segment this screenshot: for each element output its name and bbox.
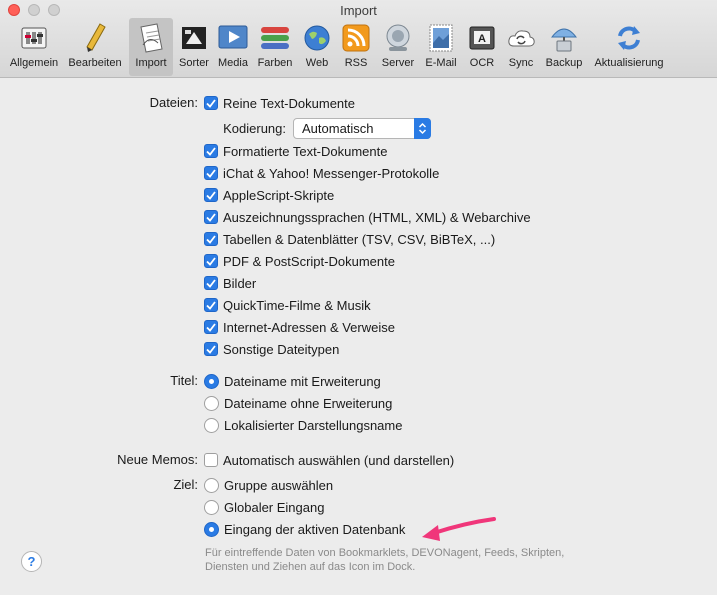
colors-icon	[259, 22, 291, 54]
document-icon	[135, 22, 167, 54]
checkbox-checked-icon[interactable]	[204, 232, 218, 246]
checkbox-checked-icon[interactable]	[204, 144, 218, 158]
switches-icon	[18, 22, 50, 54]
radio-selected-icon[interactable]	[204, 521, 219, 537]
file-type-label: Tabellen & Datenblätter (TSV, CSV, BiBTe…	[223, 231, 496, 247]
target-radio-1[interactable]: Gruppe auswählen	[204, 476, 333, 494]
checkbox-checked-icon[interactable]	[204, 298, 218, 312]
preferences-window: Import Allgemein Bearbeiten Import Sorte…	[0, 0, 717, 595]
title-radio-3[interactable]: Lokalisierter Darstellungsname	[204, 416, 402, 434]
plain-text-label: Reine Text-Dokumente	[223, 95, 355, 111]
file-type-checkbox-row[interactable]: PDF & PostScript-Dokumente	[204, 252, 395, 270]
tab-email[interactable]: E-Mail	[420, 18, 462, 76]
file-type-label: AppleScript-Skripte	[223, 187, 335, 203]
tab-bearbeiten[interactable]: Bearbeiten	[64, 18, 126, 76]
target-hint: Für eintreffende Daten von Bookmarklets,…	[205, 547, 565, 573]
checkbox-checked-icon[interactable]	[204, 342, 218, 356]
toolbar: Allgemein Bearbeiten Import Sorter Media…	[0, 18, 717, 76]
target-label: Ziel:	[173, 477, 198, 492]
title-option-label: Dateiname mit Erweiterung	[224, 373, 381, 389]
play-icon	[217, 22, 249, 54]
svg-text:A: A	[478, 33, 486, 45]
sync-icon	[505, 22, 537, 54]
file-type-checkbox-row[interactable]: Internet-Adressen & Verweise	[204, 318, 395, 336]
file-type-checkbox-row[interactable]: Tabellen & Datenblätter (TSV, CSV, BiBTe…	[204, 230, 495, 248]
chevron-updown-icon	[414, 118, 431, 139]
radio-selected-icon[interactable]	[204, 373, 219, 389]
tab-rss[interactable]: RSS	[338, 18, 374, 76]
title-option-label: Lokalisierter Darstellungsname	[224, 417, 403, 433]
title-radio-1[interactable]: Dateiname mit Erweiterung	[204, 372, 381, 390]
help-button[interactable]: ?	[21, 551, 42, 572]
checkbox-checked-icon[interactable]	[204, 96, 218, 110]
tab-sorter[interactable]: Sorter	[175, 18, 213, 76]
title-option-label: Dateiname ohne Erweiterung	[224, 395, 393, 411]
radio-unselected-icon[interactable]	[204, 417, 219, 433]
radio-unselected-icon[interactable]	[204, 395, 219, 411]
checkbox-checked-icon[interactable]	[204, 166, 218, 180]
checkbox-unchecked-icon[interactable]	[204, 453, 218, 467]
title-label: Titel:	[170, 373, 198, 388]
tab-backup[interactable]: Backup	[542, 18, 586, 76]
file-type-label: PDF & PostScript-Dokumente	[223, 253, 395, 269]
tab-allgemein[interactable]: Allgemein	[6, 18, 62, 76]
radio-unselected-icon[interactable]	[204, 477, 219, 493]
encoding-select[interactable]: Automatisch	[293, 118, 431, 139]
globe-icon	[301, 22, 333, 54]
radio-unselected-icon[interactable]	[204, 499, 219, 515]
checkbox-checked-icon[interactable]	[204, 254, 218, 268]
sorter-icon	[178, 22, 210, 54]
stamp-icon	[425, 22, 457, 54]
target-option-label: Globaler Eingang	[224, 499, 325, 515]
tab-sync[interactable]: Sync	[504, 18, 538, 76]
titlebar: Import Allgemein Bearbeiten Import Sorte…	[0, 0, 717, 78]
scanner-icon: A	[466, 22, 498, 54]
encoding-value: Automatisch	[302, 121, 374, 136]
title-radio-2[interactable]: Dateiname ohne Erweiterung	[204, 394, 392, 412]
encoding-label: Kodierung:	[223, 121, 286, 136]
file-type-label: iChat & Yahoo! Messenger-Protokolle	[223, 165, 440, 181]
target-radio-3[interactable]: Eingang der aktiven Datenbank	[204, 520, 405, 538]
tab-ocr[interactable]: A OCR	[465, 18, 499, 76]
refresh-icon	[613, 22, 645, 54]
file-type-checkbox-row[interactable]: Auszeichnungssprachen (HTML, XML) & Weba…	[204, 208, 531, 226]
tab-server[interactable]: Server	[378, 18, 418, 76]
target-option-label: Eingang der aktiven Datenbank	[224, 521, 406, 537]
file-type-label: Bilder	[223, 275, 257, 291]
file-type-label: Formatierte Text-Dokumente	[223, 143, 388, 159]
files-label: Dateien:	[149, 95, 198, 110]
file-type-checkbox-row[interactable]: AppleScript-Skripte	[204, 186, 334, 204]
checkbox-checked-icon[interactable]	[204, 188, 218, 202]
tab-import[interactable]: Import	[129, 18, 173, 76]
memos-label: Neue Memos:	[117, 452, 198, 467]
import-pane: Dateien: Reine Text-Dokumente Kodierung:…	[0, 79, 717, 595]
server-icon	[382, 22, 414, 54]
plain-text-checkbox-row[interactable]: Reine Text-Dokumente	[204, 94, 355, 112]
window-title: Import	[340, 3, 377, 18]
file-type-label: QuickTime-Filme & Musik	[223, 297, 371, 313]
checkbox-checked-icon[interactable]	[204, 210, 218, 224]
tab-web[interactable]: Web	[300, 18, 334, 76]
target-radio-2[interactable]: Globaler Eingang	[204, 498, 324, 516]
checkbox-checked-icon[interactable]	[204, 320, 218, 334]
target-option-label: Gruppe auswählen	[224, 477, 334, 493]
pencil-icon	[79, 22, 111, 54]
file-type-label: Internet-Adressen & Verweise	[223, 319, 395, 335]
file-type-checkbox-row[interactable]: iChat & Yahoo! Messenger-Protokolle	[204, 164, 439, 182]
file-type-checkbox-row[interactable]: Bilder	[204, 274, 256, 292]
tab-farben[interactable]: Farben	[254, 18, 296, 76]
backup-icon	[548, 22, 580, 54]
pink-arrow-annotation	[422, 517, 496, 541]
rss-icon	[340, 22, 372, 54]
file-type-checkbox-row[interactable]: Formatierte Text-Dokumente	[204, 142, 388, 160]
checkbox-checked-icon[interactable]	[204, 276, 218, 290]
file-type-checkbox-row[interactable]: Sonstige Dateitypen	[204, 340, 339, 358]
tab-media[interactable]: Media	[214, 18, 252, 76]
memos-option-label: Automatisch auswählen (und darstellen)	[223, 452, 455, 468]
tab-aktualisierung[interactable]: Aktualisierung	[590, 18, 668, 76]
file-type-label: Auszeichnungssprachen (HTML, XML) & Weba…	[223, 209, 531, 225]
file-type-checkbox-row[interactable]: QuickTime-Filme & Musik	[204, 296, 371, 314]
file-type-label: Sonstige Dateitypen	[223, 341, 340, 357]
memos-checkbox-row[interactable]: Automatisch auswählen (und darstellen)	[204, 451, 454, 469]
